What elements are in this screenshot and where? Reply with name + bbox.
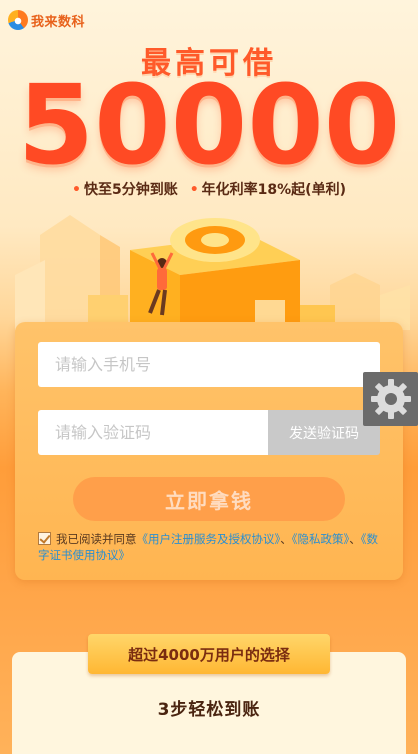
landing-page: 我来数科 最高可借 50000 •快至5分钟到账 •年化利率18%起(单利) bbox=[0, 0, 418, 754]
phone-input[interactable] bbox=[38, 342, 380, 387]
hero-illustration bbox=[15, 215, 410, 330]
hero-features: • 快至5分钟到账 • 年化利率18%起(单利) bbox=[0, 179, 418, 199]
brand-logo: 我来数科 bbox=[8, 10, 85, 30]
gear-icon bbox=[370, 379, 411, 419]
get-money-button[interactable]: 立即拿钱 bbox=[73, 477, 345, 521]
hero-amount: 50000 bbox=[17, 61, 401, 189]
user-count-ribbon: 超过4000万用户的选择 bbox=[88, 634, 330, 674]
feature-item: • 年化利率18%起(单利) bbox=[189, 182, 346, 198]
gift-box-illustration bbox=[130, 218, 300, 330]
verification-code-input[interactable] bbox=[38, 410, 268, 455]
login-form-card: 发送验证码 立即拿钱 我已阅读并同意《用户注册服务及授权协议》、《隐私政策》、《… bbox=[15, 322, 403, 580]
brand-name: 我来数科 bbox=[31, 14, 86, 30]
user-agreement-link[interactable]: 《用户注册服务及授权协议》 bbox=[137, 532, 281, 546]
feature-item: • 快至5分钟到账 bbox=[72, 182, 178, 198]
brand-logo-icon bbox=[8, 10, 28, 30]
settings-button[interactable] bbox=[363, 372, 418, 426]
steps-title: 3步轻松到账 bbox=[157, 700, 261, 720]
privacy-policy-link[interactable]: 《隐私政策》 bbox=[292, 532, 350, 546]
agreement-text: 我已阅读并同意《用户注册服务及授权协议》、《隐私政策》、《数字证书使用协议》 bbox=[38, 532, 378, 562]
agreement-checkbox[interactable] bbox=[38, 532, 51, 545]
